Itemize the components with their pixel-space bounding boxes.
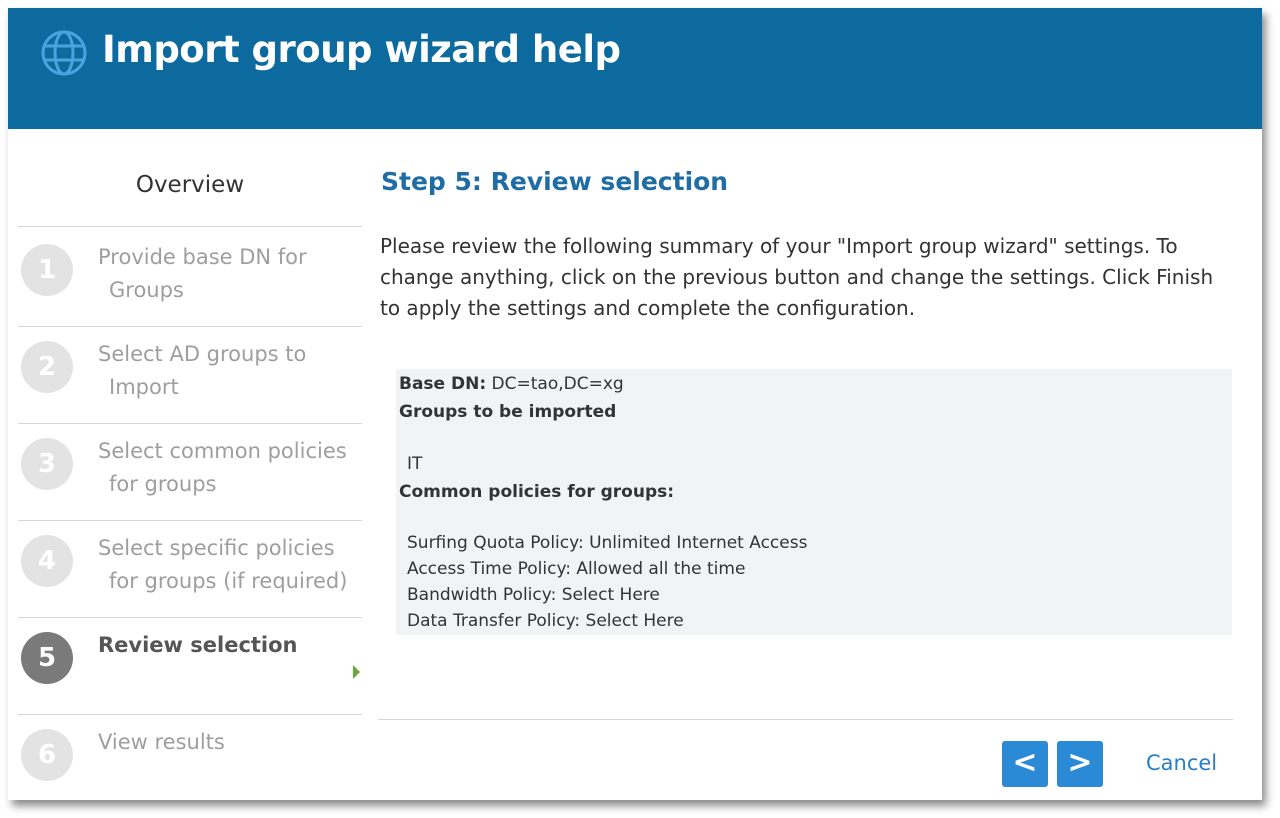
- overview-heading: Overview: [135, 172, 245, 198]
- step-item-6[interactable]: 6 View results: [18, 715, 362, 800]
- step-label-line1: Provide base DN for: [98, 245, 307, 269]
- step-label-line1: Select common policies: [98, 439, 347, 463]
- groups-label: Groups to be imported: [399, 402, 617, 422]
- step-label-line1: Select AD groups to: [98, 342, 307, 366]
- policy-item: Data Transfer Policy: Select Here: [407, 611, 684, 631]
- step-label-line2: Import: [109, 375, 179, 399]
- next-button[interactable]: >: [1057, 741, 1103, 787]
- base-dn-value: DC=tao,DC=xg: [486, 374, 624, 394]
- header-bar: Import group wizard help: [8, 8, 1262, 129]
- group-item: IT: [407, 454, 423, 474]
- common-policies-label: Common policies for groups:: [399, 482, 675, 502]
- step-item-5[interactable]: 5 Review selection: [18, 618, 362, 714]
- step-item-4[interactable]: 4 Select specific policies for groups (i…: [18, 521, 362, 617]
- step-item-3[interactable]: 3 Select common policies for groups: [18, 424, 362, 520]
- policy-item: Bandwidth Policy: Select Here: [407, 585, 660, 605]
- step-content-panel: Step 5: Review selection Please review t…: [378, 129, 1238, 800]
- step-label-line1: View results: [98, 730, 225, 754]
- step-label: Review selection: [98, 629, 363, 662]
- step-label: Select AD groups to Import: [98, 338, 363, 404]
- groups-heading: Groups to be imported: [399, 402, 616, 422]
- step-item-2[interactable]: 2 Select AD groups to Import: [18, 327, 362, 423]
- step-number-badge: 4: [21, 535, 73, 587]
- step-label-line2: for groups: [109, 472, 217, 496]
- step-label: Select common policies for groups: [98, 435, 363, 501]
- step-number-badge: 2: [21, 341, 73, 393]
- step-number-badge: 1: [21, 244, 73, 296]
- step-label-line2: for groups (if required): [109, 569, 348, 593]
- step-number-badge: 3: [21, 438, 73, 490]
- step-heading: Step 5: Review selection: [381, 167, 729, 196]
- step-label-line1: Review selection: [98, 633, 298, 657]
- step-label-line2: Groups: [109, 278, 184, 302]
- step-item-1[interactable]: 1 Provide base DN for Groups: [18, 227, 362, 323]
- footer-divider: [378, 719, 1233, 720]
- intro-text: Please review the following summary of y…: [380, 234, 1214, 320]
- policy-item: Surfing Quota Policy: Unlimited Internet…: [407, 533, 808, 553]
- step-label-line1: Select specific policies: [98, 536, 335, 560]
- step-label: View results: [98, 726, 363, 759]
- step-label: Select specific policies for groups (if …: [98, 532, 363, 598]
- step-number-badge: 6: [21, 729, 73, 781]
- base-dn-row: Base DN: DC=tao,DC=xg: [399, 374, 624, 394]
- globe-icon: [41, 30, 87, 76]
- cancel-link[interactable]: Cancel: [1146, 751, 1217, 775]
- wizard-help-window: Import group wizard help Overview 1 Prov…: [8, 8, 1262, 800]
- common-policies-heading: Common policies for groups:: [399, 482, 674, 502]
- step-label: Provide base DN for Groups: [98, 241, 363, 307]
- summary-box: Base DN: DC=tao,DC=xg Groups to be impor…: [396, 369, 1232, 635]
- previous-button[interactable]: <: [1002, 741, 1048, 787]
- step-number-badge: 5: [21, 632, 73, 684]
- policy-item: Access Time Policy: Allowed all the time: [407, 559, 746, 579]
- page-title: Import group wizard help: [102, 28, 621, 71]
- base-dn-label: Base DN:: [399, 374, 487, 394]
- active-step-arrow-icon: [353, 665, 360, 679]
- wizard-steps-sidebar: Overview 1 Provide base DN for Groups 2 …: [18, 129, 362, 800]
